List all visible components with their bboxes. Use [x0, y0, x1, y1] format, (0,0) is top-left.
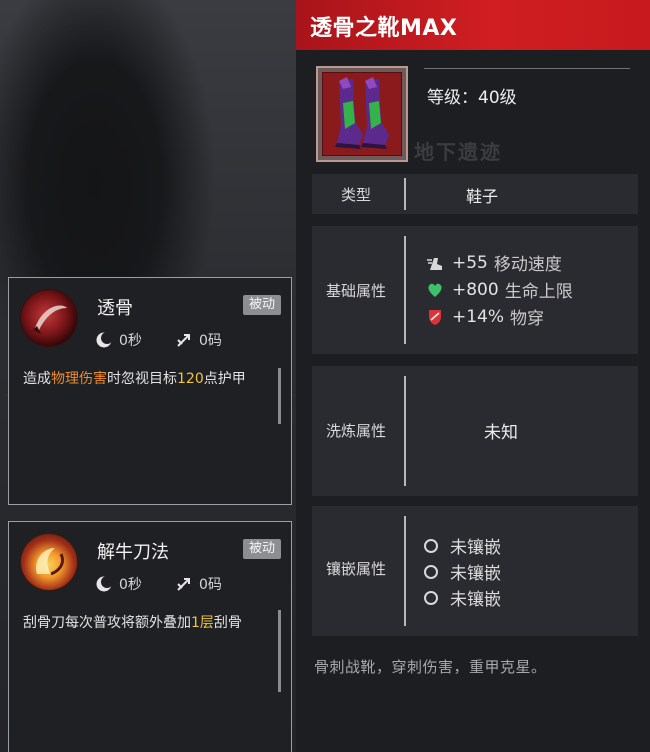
cooldown-icon — [95, 331, 113, 349]
passive-badge: 被动 — [242, 539, 281, 559]
attribute-move-speed: +55 移动速度 — [426, 250, 562, 275]
skill-card-1[interactable]: 透骨 被动 0秒 0码 造成物理伤害时忽视目标120点护甲 — [8, 277, 292, 505]
item-level: 等级：40级 — [427, 88, 517, 108]
skill-name: 解牛刀法 — [97, 542, 169, 563]
type-label: 类型 — [340, 186, 371, 204]
flame-blade-skill-icon — [21, 534, 77, 590]
empty-socket-icon — [424, 538, 438, 553]
item-header: 透骨之靴MAX — [296, 0, 650, 50]
socket-slot[interactable]: 未镶嵌 — [424, 585, 501, 610]
description-scrollbar[interactable] — [278, 610, 281, 692]
passive-badge: 被动 — [242, 295, 281, 315]
row-separator — [404, 376, 406, 486]
boots-icon — [322, 72, 402, 156]
skill-name: 透骨 — [97, 298, 133, 319]
divider-line — [424, 68, 630, 69]
empty-socket-icon — [424, 564, 438, 579]
empty-socket-icon — [424, 590, 438, 605]
row-separator — [404, 178, 406, 210]
range-icon — [175, 575, 193, 593]
boot-speed-icon — [426, 254, 444, 272]
blade-skill-icon — [21, 290, 77, 346]
row-separator — [404, 236, 406, 344]
skill-description: 刮骨刀每次普攻将额外叠加1层刮骨 — [23, 615, 242, 631]
base-attributes-row: 基础属性 +55 移动速度 +800 生命上限 +14% 物穿 — [312, 226, 638, 354]
cooldown-value: 0秒 — [119, 577, 142, 593]
item-title: 透骨之靴MAX — [310, 16, 458, 41]
armor-pierce-icon — [426, 308, 444, 326]
range-icon — [175, 331, 193, 349]
socket-attributes-row: 镶嵌属性 未镶嵌 未镶嵌 未镶嵌 — [312, 506, 638, 636]
attribute-max-hp: +800 生命上限 — [426, 277, 573, 302]
range-stat: 0码 — [175, 574, 222, 594]
refine-attributes-label: 洗炼属性 — [325, 422, 386, 440]
item-detail-panel: 透骨之靴MAX 等级：40级 地下遗迹 类型 鞋子 基础属性 +55 移动速度 … — [296, 0, 650, 752]
row-separator — [404, 516, 406, 626]
item-flavor-text: 骨刺战靴，穿刺伤害，重甲克星。 — [314, 658, 547, 676]
skill-description: 造成物理伤害时忽视目标120点护甲 — [23, 371, 246, 387]
background-location-text: 地下遗迹 — [414, 140, 502, 164]
attribute-armor-pierce: +14% 物穿 — [426, 304, 544, 329]
range-value: 0码 — [199, 577, 222, 593]
range-value: 0码 — [199, 333, 222, 349]
refine-attributes-row: 洗炼属性 未知 — [312, 366, 638, 496]
socket-slot[interactable]: 未镶嵌 — [424, 559, 501, 584]
type-row: 类型 鞋子 — [312, 174, 638, 214]
cooldown-stat: 0秒 — [95, 330, 142, 350]
cooldown-stat: 0秒 — [95, 574, 142, 594]
type-value: 鞋子 — [466, 187, 499, 206]
refine-value: 未知 — [484, 423, 518, 443]
socket-slot[interactable]: 未镶嵌 — [424, 533, 501, 558]
range-stat: 0码 — [175, 330, 222, 350]
skill-card-2[interactable]: 解牛刀法 被动 0秒 0码 刮骨刀每次普攻将额外叠加1层刮骨 — [8, 521, 292, 752]
item-icon-frame[interactable] — [316, 66, 408, 162]
heart-icon — [426, 281, 444, 299]
cooldown-value: 0秒 — [119, 333, 142, 349]
socket-attributes-label: 镶嵌属性 — [325, 560, 386, 578]
description-scrollbar[interactable] — [278, 368, 281, 424]
cooldown-icon — [95, 575, 113, 593]
base-attributes-label: 基础属性 — [325, 282, 386, 300]
